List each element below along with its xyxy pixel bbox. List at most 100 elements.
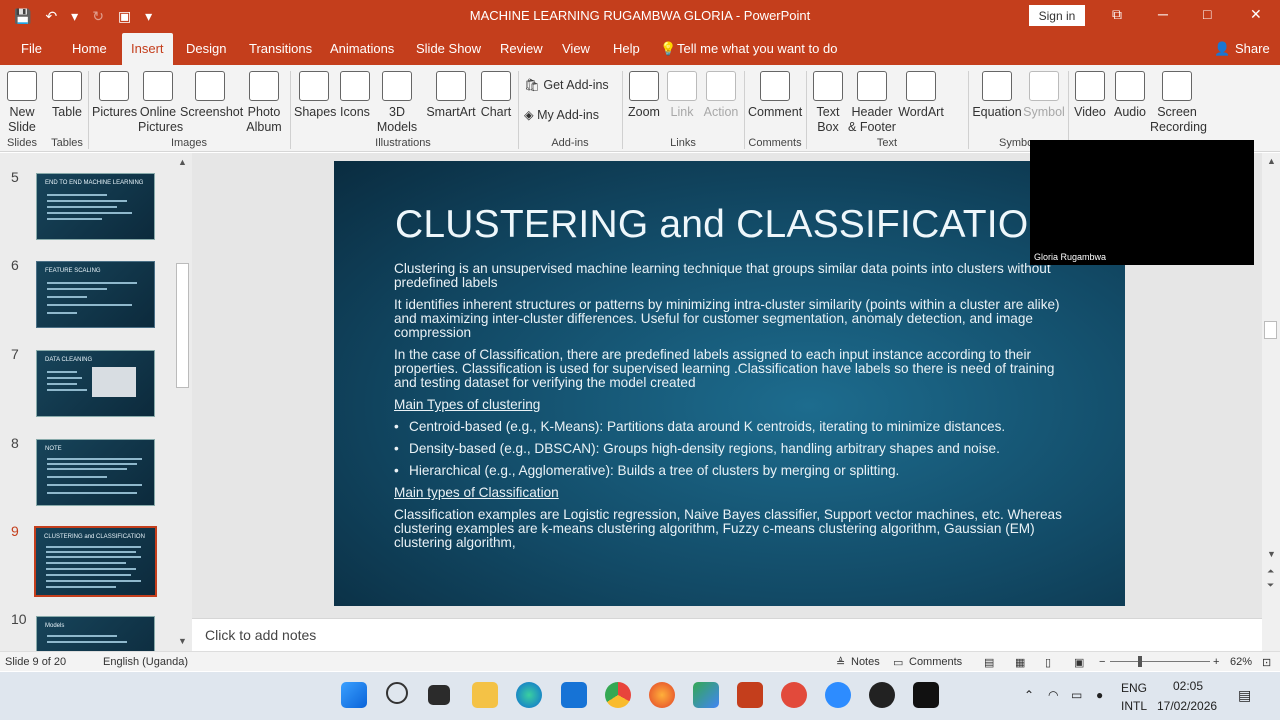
input-language-2[interactable]: INTL — [1121, 699, 1147, 713]
3d-models-button[interactable]: 3D Models — [376, 71, 418, 135]
equation-button[interactable]: Equation — [972, 71, 1022, 120]
my-addins-button[interactable]: ◈ My Add-ins — [524, 108, 620, 123]
chart-button[interactable]: Chart — [480, 71, 512, 120]
slideshow-view-icon[interactable]: ▣ — [1074, 656, 1084, 669]
scroll-down-icon[interactable]: ▼ — [178, 636, 187, 646]
thumbnail-scrollbar[interactable]: ▲ ▼ — [174, 153, 192, 651]
action-button[interactable]: Action — [702, 71, 740, 120]
audio-button[interactable]: Audio — [1110, 71, 1150, 120]
zoom-slider-track[interactable] — [1110, 661, 1210, 662]
clock-date[interactable]: 17/02/2026 — [1157, 699, 1217, 713]
screen-recording-button[interactable]: Screen Recording — [1150, 71, 1207, 135]
slide-title[interactable]: CLUSTERING and CLASSIFICATION — [395, 203, 1057, 247]
scroll-up-icon[interactable]: ▲ — [178, 157, 187, 167]
tab-slide-show[interactable]: Slide Show — [416, 41, 481, 56]
get-addins-button[interactable]: 🛍 Get Add-ins — [524, 78, 616, 93]
header-footer-button[interactable]: Header & Footer — [848, 71, 896, 135]
share-button[interactable]: Share — [1235, 41, 1270, 56]
slide-thumbnail-6[interactable]: FEATURE SCALING — [36, 261, 155, 328]
zoom-button[interactable]: Zoom — [626, 71, 662, 120]
wordart-button[interactable]: WordArt — [898, 71, 944, 120]
tab-insert[interactable]: Insert — [122, 33, 173, 65]
link-button[interactable]: Link — [666, 71, 698, 120]
slide-thumbnail-9[interactable]: CLUSTERING and CLASSIFICATION — [34, 526, 157, 597]
group-label-slides: Slides — [7, 137, 37, 149]
slide-thumbnail-8[interactable]: NOTE — [36, 439, 155, 506]
sign-in-button[interactable]: Sign in — [1029, 5, 1085, 26]
slide-sorter-icon[interactable]: ▦ — [1015, 656, 1025, 669]
shapes-button[interactable]: Shapes — [294, 71, 336, 120]
firefox-icon[interactable] — [649, 682, 675, 708]
reading-view-icon[interactable]: ▯ — [1045, 656, 1051, 669]
input-language-1[interactable]: ENG — [1121, 681, 1147, 695]
notes-pane[interactable]: Click to add notes — [192, 618, 1262, 651]
online-pictures-button[interactable]: Online Pictures — [138, 71, 183, 135]
tab-file[interactable]: File — [21, 41, 42, 56]
ribbon-display-icon[interactable]: ⧉ — [1112, 6, 1122, 23]
close-icon[interactable]: ✕ — [1250, 6, 1262, 23]
zoom-app-icon[interactable] — [825, 682, 851, 708]
current-slide[interactable]: CLUSTERING and CLASSIFICATION Clustering… — [334, 161, 1125, 606]
zoom-slider-thumb[interactable] — [1138, 656, 1142, 667]
task-view-icon[interactable] — [428, 685, 450, 705]
next-slide-icon[interactable]: ⏷ — [1267, 580, 1274, 591]
previous-slide-icon[interactable]: ⏶ — [1267, 566, 1274, 577]
screenshot-button[interactable]: Screenshot — [180, 71, 243, 120]
language-status[interactable]: English (Uganda) — [103, 656, 188, 668]
comment-button[interactable]: Comment — [748, 71, 802, 120]
share-icon[interactable]: 👤 — [1214, 41, 1230, 57]
symbol-button[interactable]: Symbol — [1022, 71, 1066, 120]
media-player-icon[interactable] — [869, 682, 895, 708]
tab-design[interactable]: Design — [186, 41, 226, 56]
slide-body-text[interactable]: Clustering is an unsupervised machine le… — [394, 262, 1072, 558]
tab-home[interactable]: Home — [72, 41, 107, 56]
comments-toggle[interactable]: Comments — [909, 656, 962, 668]
scrollbar-thumb[interactable] — [1264, 321, 1277, 339]
zoom-out-button[interactable]: − — [1099, 656, 1105, 668]
slide-thumbnail-5[interactable]: END TO END MACHINE LEARNING — [36, 173, 155, 240]
store-icon[interactable] — [561, 682, 587, 708]
tab-view[interactable]: View — [562, 41, 590, 56]
powerpoint-icon[interactable] — [737, 682, 763, 708]
search-icon[interactable] — [386, 682, 408, 704]
maximize-icon[interactable]: □ — [1203, 6, 1211, 22]
editor-scrollbar[interactable]: ▲ ▼ ⏶ ⏷ — [1262, 153, 1280, 651]
wifi-icon[interactable]: ◠ — [1048, 688, 1058, 702]
battery-icon[interactable]: ▭ — [1071, 688, 1082, 702]
windows-start-icon[interactable] — [341, 682, 367, 708]
clock-time[interactable]: 02:05 — [1173, 679, 1203, 693]
scrollbar-thumb[interactable] — [176, 263, 189, 388]
tell-me-search[interactable]: Tell me what you want to do — [677, 41, 837, 56]
snipping-tool-icon[interactable] — [781, 682, 807, 708]
video-button[interactable]: Video — [1072, 71, 1108, 120]
zoom-in-button[interactable]: + — [1213, 656, 1219, 668]
tab-review[interactable]: Review — [500, 41, 543, 56]
slide-thumbnail-7[interactable]: DATA CLEANING — [36, 350, 155, 417]
notes-toggle[interactable]: Notes — [851, 656, 880, 668]
text-box-button[interactable]: Text Box — [810, 71, 846, 135]
scroll-up-icon[interactable]: ▲ — [1267, 156, 1276, 166]
tab-animations[interactable]: Animations — [330, 41, 394, 56]
fit-slide-icon[interactable]: ⊡ — [1262, 656, 1271, 669]
tray-overflow-icon[interactable]: ⌃ — [1024, 688, 1034, 702]
edge-icon[interactable] — [516, 682, 542, 708]
chrome-icon[interactable] — [605, 682, 631, 708]
table-button[interactable]: Table — [50, 71, 84, 120]
smartart-button[interactable]: SmartArt — [424, 71, 478, 120]
microphone-icon[interactable]: ● — [1096, 688, 1103, 702]
tab-transitions[interactable]: Transitions — [249, 41, 312, 56]
zoom-percentage[interactable]: 62% — [1230, 656, 1252, 668]
tab-help[interactable]: Help — [613, 41, 640, 56]
normal-view-icon[interactable]: ▤ — [984, 656, 994, 669]
scroll-down-icon[interactable]: ▼ — [1267, 549, 1276, 559]
capcut-icon[interactable] — [913, 682, 939, 708]
slide-thumbnail-10[interactable]: Models — [36, 616, 155, 651]
notification-icon[interactable]: ▤ — [1238, 687, 1251, 704]
photo-album-button[interactable]: Photo Album — [242, 71, 286, 135]
minimize-icon[interactable]: ─ — [1158, 6, 1168, 22]
new-slide-button[interactable]: New Slide — [4, 71, 40, 135]
file-explorer-icon[interactable] — [472, 682, 498, 708]
pictures-button[interactable]: Pictures — [92, 71, 137, 120]
icons-button[interactable]: Icons — [338, 71, 372, 120]
play-store-icon[interactable] — [693, 682, 719, 708]
